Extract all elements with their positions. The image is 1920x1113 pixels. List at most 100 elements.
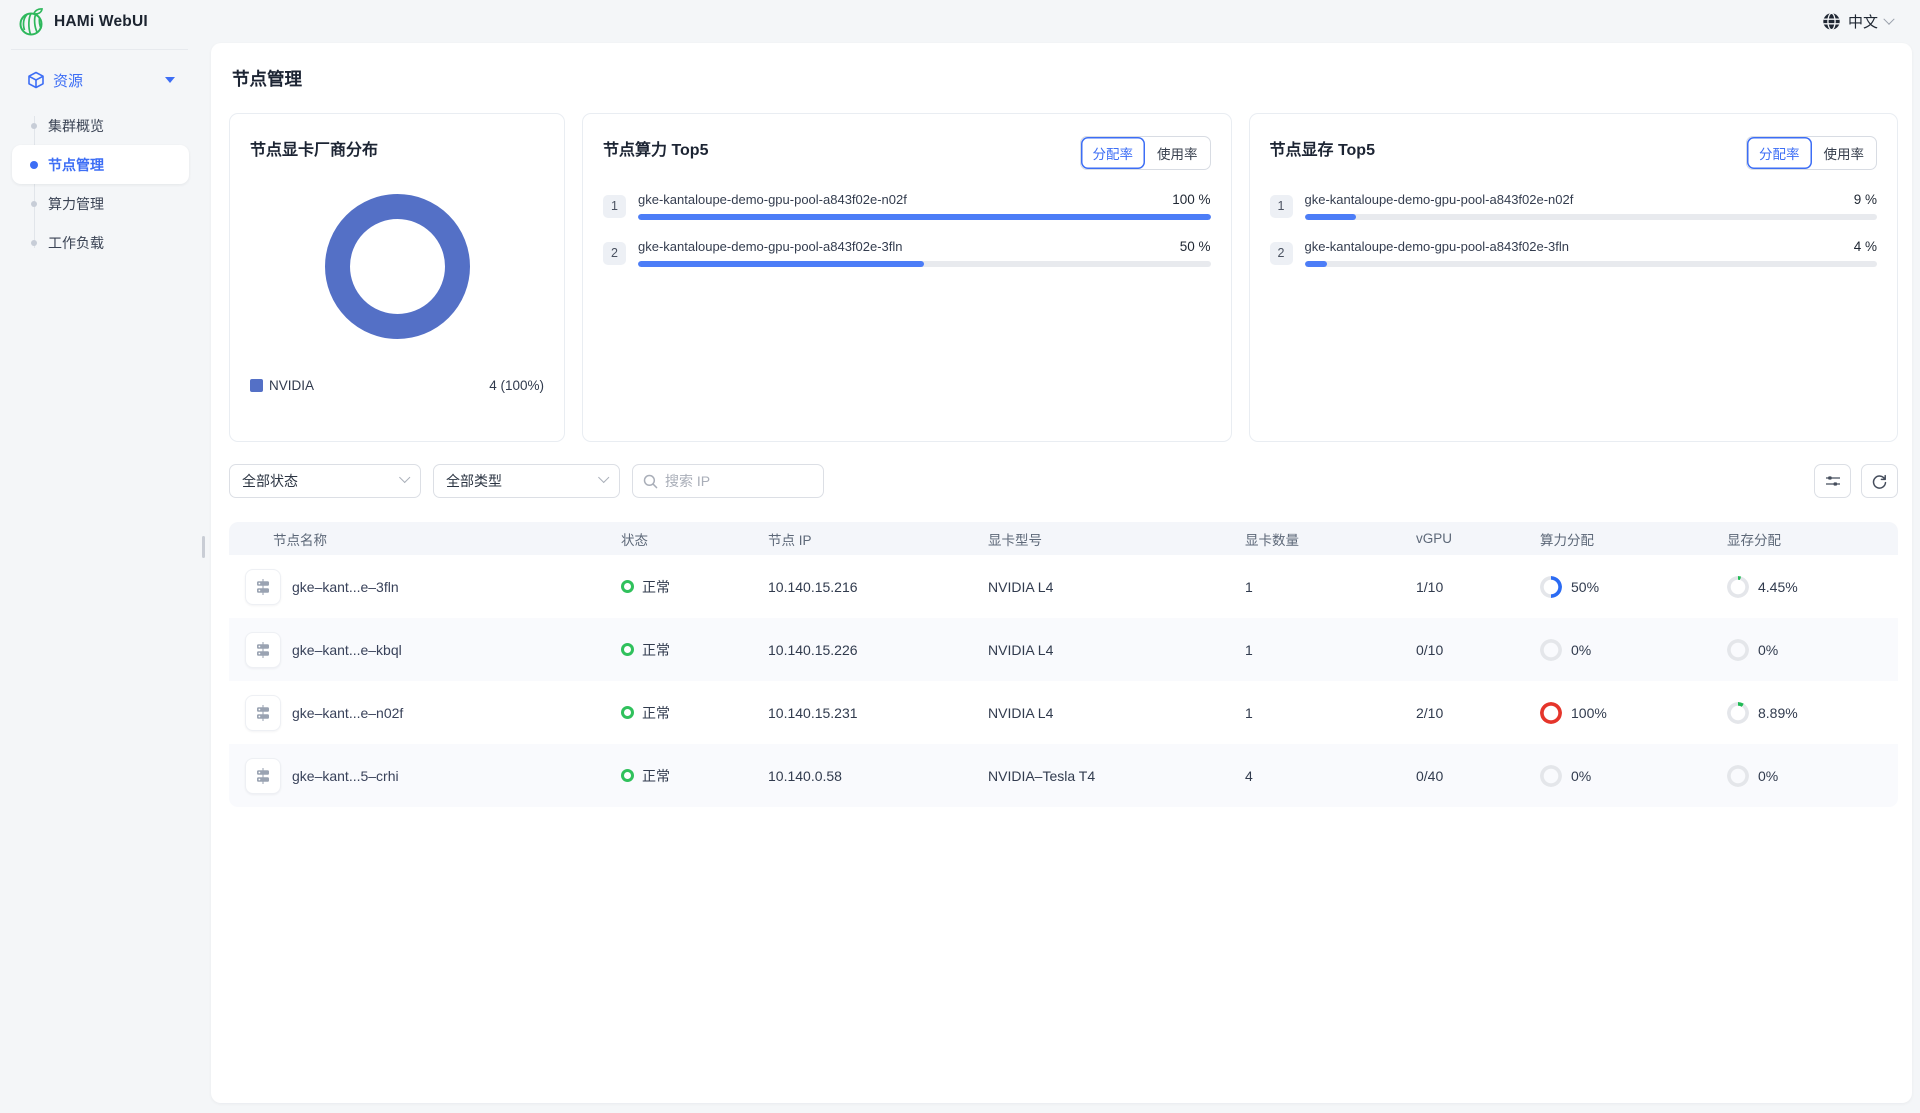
hami-melon-logo-icon	[18, 7, 46, 37]
language-selector[interactable]: 中文	[1822, 11, 1893, 32]
sidebar-item-label: 算力管理	[48, 194, 104, 214]
progress-fill	[638, 261, 924, 267]
brand: HAMi WebUI	[0, 0, 211, 43]
search-input[interactable]	[665, 473, 795, 489]
legend-item-nvidia: NVIDIA 4 (100%)	[250, 378, 544, 393]
node-icon	[245, 632, 281, 668]
sidebar-item-label: 节点管理	[48, 155, 104, 175]
summary-cards: 节点显卡厂商分布 NVIDIA 4 (100%) 节点算力 Top5	[229, 113, 1898, 442]
progress-fill	[1305, 214, 1357, 220]
app-title: HAMi WebUI	[54, 13, 148, 31]
timeline-dot-active	[30, 161, 38, 169]
card-title: 节点显卡厂商分布	[250, 136, 544, 160]
sidebar: HAMi WebUI 资源 集群概览 节点管理	[0, 0, 211, 1113]
vgpu-value: 2/10	[1416, 705, 1540, 721]
memory-allocation-value: 4.45%	[1758, 579, 1798, 595]
card-node-compute-top5: 节点算力 Top5 分配率 使用率 1 gke-kantaloupe-demo-…	[582, 113, 1232, 442]
memory-allocation-value: 0%	[1758, 642, 1778, 658]
cube-icon	[27, 71, 45, 89]
sidebar-item-cluster-overview[interactable]: 集群概览	[12, 106, 189, 145]
memory-rate-toggle: 分配率 使用率	[1746, 136, 1877, 170]
memory-allocation-value: 8.89%	[1758, 705, 1798, 721]
status-label: 正常	[642, 703, 670, 723]
gpu-count: 1	[1245, 579, 1416, 595]
chevron-down-icon	[399, 472, 410, 483]
list-item: 2 gke-kantaloupe-demo-gpu-pool-a843f02e-…	[1270, 239, 1878, 267]
list-item: 1 gke-kantaloupe-demo-gpu-pool-a843f02e-…	[1270, 192, 1878, 220]
table-row[interactable]: gke–kant...5–crhi 正常 10.140.0.58 NVIDIA–…	[229, 744, 1898, 807]
globe-icon	[1822, 12, 1841, 31]
nodes-table: 节点名称 状态 节点 IP 显卡型号 显卡数量 vGPU 算力分配 显存分配	[229, 522, 1898, 807]
gpu-count: 1	[1245, 705, 1416, 721]
compute-top5-list: 1 gke-kantaloupe-demo-gpu-pool-a843f02e-…	[603, 192, 1211, 267]
timeline-dot	[31, 240, 37, 246]
compute-allocation-ring	[1540, 765, 1562, 787]
compute-allocation-value: 0%	[1571, 642, 1591, 658]
select-value: 全部类型	[446, 471, 502, 491]
sidebar-item-workloads[interactable]: 工作负载	[12, 223, 189, 262]
vgpu-value: 1/10	[1416, 579, 1540, 595]
status-label: 正常	[642, 577, 670, 597]
sidebar-item-compute-management[interactable]: 算力管理	[12, 184, 189, 223]
memory-allocation-ring	[1727, 639, 1749, 661]
table-row[interactable]: gke–kant...e–3fln 正常 10.140.15.216 NVIDI…	[229, 555, 1898, 618]
page-title: 节点管理	[232, 66, 1898, 91]
progress-track	[1305, 261, 1878, 267]
caret-down-icon	[165, 77, 175, 83]
toggle-allocation-rate[interactable]: 分配率	[1081, 137, 1146, 169]
topbar: 中文	[211, 0, 1920, 43]
table-header-row: 节点名称 状态 节点 IP 显卡型号 显卡数量 vGPU 算力分配 显存分配	[229, 522, 1898, 555]
status-filter-select[interactable]: 全部状态	[229, 464, 421, 498]
node-name: gke-kantaloupe-demo-gpu-pool-a843f02e-3f…	[1305, 239, 1570, 254]
gpu-model: NVIDIA L4	[988, 642, 1245, 658]
percent-value: 50 %	[1180, 239, 1211, 254]
progress-track	[638, 214, 1211, 220]
donut-ring	[325, 194, 470, 339]
toggle-usage-rate[interactable]: 使用率	[1145, 137, 1210, 169]
toggle-usage-rate[interactable]: 使用率	[1812, 137, 1877, 169]
col-header-memory-allocation: 显存分配	[1727, 529, 1898, 549]
card-node-memory-top5: 节点显存 Top5 分配率 使用率 1 gke-kantaloupe-demo-…	[1249, 113, 1899, 442]
node-name: gke–kant...e–n02f	[292, 705, 403, 721]
compute-allocation-ring	[1540, 576, 1562, 598]
legend-value: 4 (100%)	[489, 378, 544, 393]
node-name: gke–kant...e–kbql	[292, 642, 402, 658]
table-toolbar: 全部状态 全部类型	[229, 464, 1898, 498]
toggle-allocation-rate[interactable]: 分配率	[1747, 137, 1812, 169]
compute-allocation-value: 100%	[1571, 705, 1607, 721]
table-row[interactable]: gke–kant...e–n02f 正常 10.140.15.231 NVIDI…	[229, 681, 1898, 744]
percent-value: 100 %	[1172, 192, 1210, 207]
table-row[interactable]: gke–kant...e–kbql 正常 10.140.15.226 NVIDI…	[229, 618, 1898, 681]
node-name: gke–kant...5–crhi	[292, 768, 399, 784]
compute-allocation-ring	[1540, 702, 1562, 724]
sidebar-item-node-management[interactable]: 节点管理	[12, 145, 189, 184]
status-label: 正常	[642, 766, 670, 786]
compute-allocation-value: 50%	[1571, 579, 1599, 595]
sidebar-group-resources[interactable]: 资源	[0, 64, 211, 96]
node-ip: 10.140.0.58	[768, 768, 988, 784]
select-value: 全部状态	[242, 471, 298, 491]
progress-track	[1305, 214, 1878, 220]
compute-rate-toggle: 分配率 使用率	[1080, 136, 1211, 170]
memory-top5-list: 1 gke-kantaloupe-demo-gpu-pool-a843f02e-…	[1270, 192, 1878, 267]
vendor-donut-chart	[250, 194, 544, 339]
percent-value: 4 %	[1854, 239, 1877, 254]
sidebar-resize-handle[interactable]	[202, 536, 205, 558]
memory-allocation-ring	[1727, 576, 1749, 598]
node-ip: 10.140.15.231	[768, 705, 988, 721]
rank-badge: 2	[1270, 242, 1293, 265]
refresh-button[interactable]	[1861, 464, 1898, 498]
node-icon	[245, 758, 281, 794]
memory-allocation-ring	[1727, 765, 1749, 787]
gpu-model: NVIDIA L4	[988, 705, 1245, 721]
column-settings-button[interactable]	[1814, 464, 1851, 498]
status-ok-icon	[621, 643, 634, 656]
type-filter-select[interactable]: 全部类型	[433, 464, 620, 498]
language-label: 中文	[1848, 11, 1878, 32]
card-gpu-vendor-distribution: 节点显卡厂商分布 NVIDIA 4 (100%)	[229, 113, 565, 442]
gpu-model: NVIDIA–Tesla T4	[988, 768, 1245, 784]
memory-allocation-ring	[1727, 702, 1749, 724]
list-item: 1 gke-kantaloupe-demo-gpu-pool-a843f02e-…	[603, 192, 1211, 220]
sidebar-submenu: 集群概览 节点管理 算力管理 工作负载	[0, 106, 211, 262]
col-header-status: 状态	[621, 529, 768, 549]
